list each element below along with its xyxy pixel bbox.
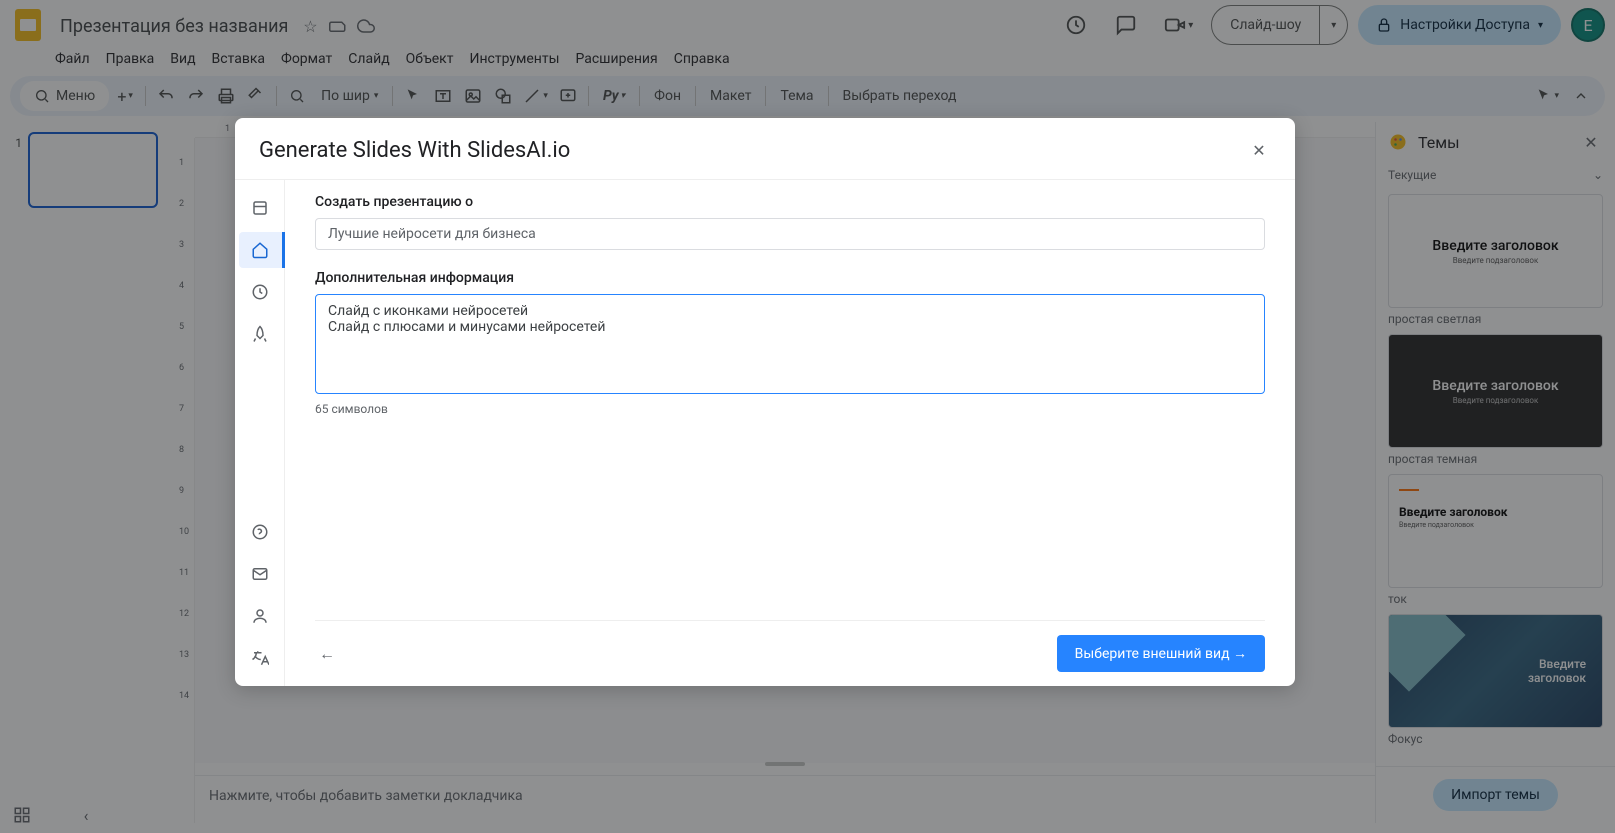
back-button[interactable]: ← <box>315 642 339 666</box>
sidebar-mail-icon[interactable] <box>240 556 280 592</box>
modal-footer: ← Выберите внешний вид → <box>315 620 1265 672</box>
modal-sidebar <box>235 180 285 686</box>
sidebar-help-icon[interactable] <box>240 514 280 550</box>
modal-content: Создать презентацию о Дополнительная инф… <box>285 180 1295 686</box>
sidebar-history-icon[interactable] <box>240 274 280 310</box>
topic-label: Создать презентацию о <box>315 194 1265 210</box>
sidebar-user-icon[interactable] <box>240 598 280 634</box>
modal-header: Generate Slides With SlidesAI.io ✕ <box>235 118 1295 180</box>
info-label: Дополнительная информация <box>315 270 1265 286</box>
modal-body: Создать презентацию о Дополнительная инф… <box>235 180 1295 686</box>
info-textarea[interactable] <box>315 294 1265 394</box>
sidebar-home-icon[interactable] <box>239 232 285 268</box>
modal-title: Generate Slides With SlidesAI.io <box>259 138 570 163</box>
next-button[interactable]: Выберите внешний вид → <box>1057 635 1265 672</box>
slidesai-modal: Generate Slides With SlidesAI.io ✕ Созда… <box>235 118 1295 686</box>
topic-input[interactable] <box>315 218 1265 250</box>
sidebar-language-icon[interactable] <box>240 640 280 676</box>
sidebar-rocket-icon[interactable] <box>240 316 280 352</box>
char-count: 65 символов <box>315 402 1265 416</box>
close-icon[interactable]: ✕ <box>1247 139 1271 163</box>
sidebar-templates-icon[interactable] <box>240 190 280 226</box>
